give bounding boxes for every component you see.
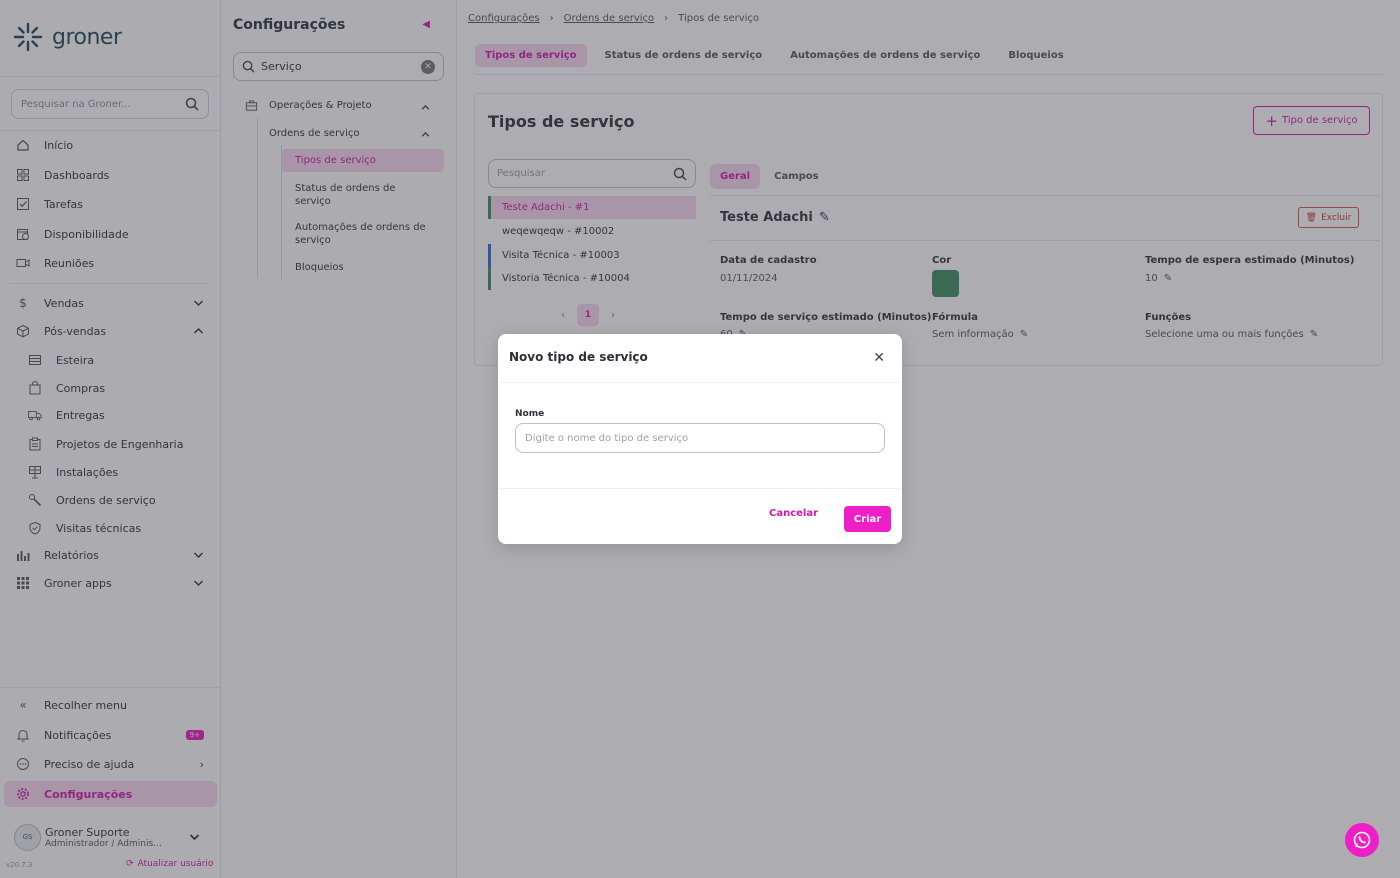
close-icon[interactable]: ✕	[873, 350, 885, 366]
whatsapp-icon	[1353, 831, 1371, 849]
new-service-type-modal: Novo tipo de serviço ✕ Nome Cancelar Cri…	[498, 334, 902, 544]
name-input[interactable]	[515, 423, 885, 453]
modal-title: Novo tipo de serviço	[509, 350, 648, 364]
cancel-button[interactable]: Cancelar	[769, 508, 818, 519]
create-button[interactable]: Criar	[844, 506, 891, 532]
name-label: Nome	[515, 409, 545, 419]
divider	[498, 382, 902, 383]
divider	[498, 488, 902, 489]
whatsapp-chat-button[interactable]	[1345, 823, 1379, 857]
